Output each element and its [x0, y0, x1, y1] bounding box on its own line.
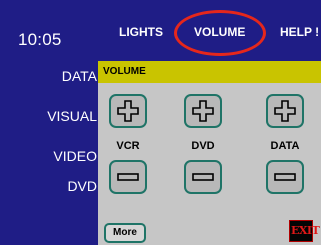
exit-label: EXIT — [291, 224, 320, 237]
device-label-dvd: DVD — [191, 140, 215, 152]
nav-help[interactable]: HELP ! — [280, 25, 319, 39]
panel-header: VOLUME — [98, 61, 321, 83]
sidebar-item-dvd[interactable]: DVD — [0, 178, 97, 194]
volume-panel: VOLUME — [98, 61, 321, 245]
data-volume-up-button[interactable] — [266, 94, 304, 128]
exit-button[interactable]: EXIT — [289, 220, 320, 242]
vcr-volume-down-button[interactable] — [109, 160, 147, 194]
minus-icon — [274, 173, 296, 181]
sidebar-item-data[interactable]: DATA — [0, 68, 97, 84]
device-label-vcr: VCR — [116, 140, 140, 152]
plus-icon — [192, 100, 214, 122]
nav-lights[interactable]: LIGHTS — [119, 25, 163, 39]
dvd-volume-up-button[interactable] — [184, 94, 222, 128]
sidebar-item-video[interactable]: VIDEO — [0, 148, 97, 164]
sidebar-item-visual[interactable]: VISUAL — [0, 108, 97, 124]
plus-icon — [274, 100, 296, 122]
panel-title: VOLUME — [103, 66, 146, 77]
minus-icon — [192, 173, 214, 181]
nav-volume[interactable]: VOLUME — [194, 25, 245, 39]
dvd-volume-down-button[interactable] — [184, 160, 222, 194]
device-label-data: DATA — [270, 140, 300, 152]
top-navigation: LIGHTS VOLUME HELP ! — [0, 0, 321, 62]
minus-icon — [117, 173, 139, 181]
vcr-volume-up-button[interactable] — [109, 94, 147, 128]
more-button[interactable]: More — [104, 223, 146, 243]
plus-icon — [117, 100, 139, 122]
data-volume-down-button[interactable] — [266, 160, 304, 194]
